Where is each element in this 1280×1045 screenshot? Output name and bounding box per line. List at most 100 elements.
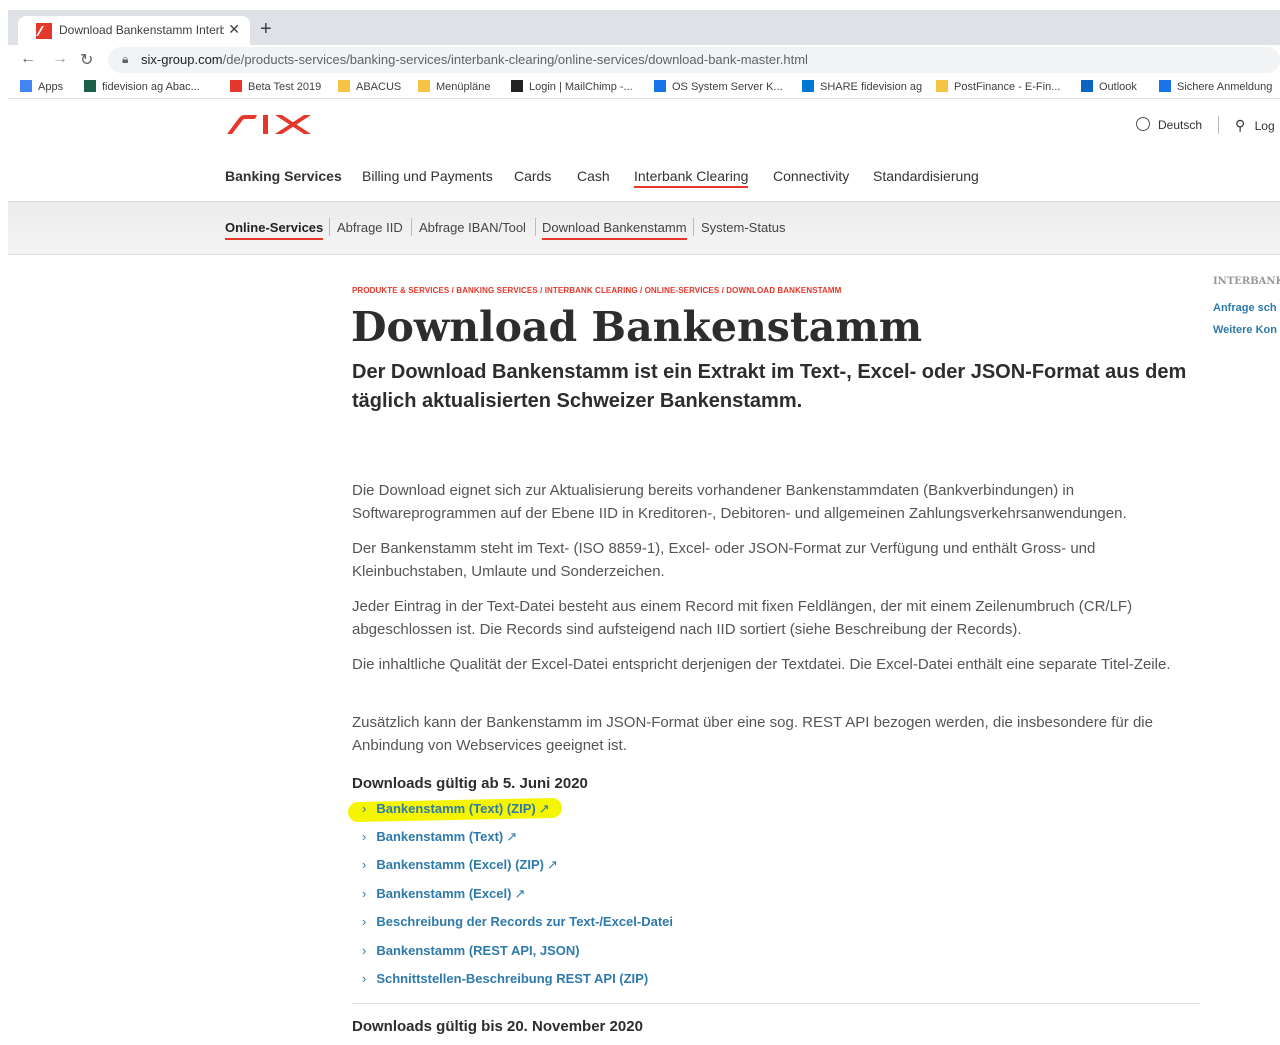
search-icon [654, 80, 666, 92]
bookmark-item[interactable]: OS System Server K... [654, 80, 783, 93]
login-link[interactable]: ⚲ Log [1235, 117, 1275, 134]
chevron-right-icon: › [362, 801, 367, 816]
external-link-icon: ↗ [546, 857, 558, 872]
folder-icon [338, 80, 350, 92]
breadcrumb[interactable]: PRODUKTE & SERVICES / BANKING SERVICES /… [352, 286, 841, 295]
paragraph: Die inhaltliche Qualität der Excel-Datei… [352, 656, 1171, 673]
bookmark-item[interactable]: Menüpläne [418, 80, 490, 93]
bookmark-label: fidevision ag Abac... [102, 81, 200, 93]
download-label: Bankenstamm (Text) (ZIP) [376, 801, 536, 816]
share-icon [802, 80, 814, 92]
bookmark-item[interactable]: Apps [20, 80, 63, 93]
chevron-right-icon: › [362, 914, 367, 929]
nav-billing-payments[interactable]: Billing und Payments [362, 168, 493, 184]
address-bar[interactable]: 🔒︎ six-group.com/de/products-services/ba… [108, 47, 1280, 73]
nav-connectivity[interactable]: Connectivity [773, 168, 849, 184]
subnav-system-status[interactable]: System-Status [701, 220, 786, 235]
subnav-abfrage-iid[interactable]: Abfrage IID [337, 220, 403, 235]
nav-cards[interactable]: Cards [514, 168, 551, 184]
bookmarks-bar: Apps fidevision ag Abac... Beta Test 2019 A… [8, 76, 1280, 99]
browser-tab[interactable]: Download Bankenstamm Interba ✕ [18, 16, 250, 45]
forward-arrow-icon[interactable]: → [52, 50, 68, 68]
downloads-heading-old: Downloads gültig bis 20. November 2020 [352, 1018, 643, 1035]
bookmark-label: Login | MailChimp -... [529, 81, 633, 93]
six-logo-icon [227, 115, 311, 134]
external-link-icon: ↗ [514, 886, 526, 901]
bookmark-label: OS System Server K... [672, 81, 783, 93]
lock-icon: 🔒︎ [122, 52, 129, 66]
nav-cash[interactable]: Cash [577, 168, 610, 184]
paragraph: Jeder Eintrag in der Text-Datei besteht … [352, 598, 1133, 638]
download-link[interactable]: › Bankenstamm (Text) ↗ [362, 829, 517, 845]
download-label: Bankenstamm (Excel) (ZIP) [376, 857, 544, 872]
page-title: Download Bankenstamm [351, 303, 923, 351]
chevron-right-icon: › [362, 943, 367, 958]
bookmark-item[interactable]: Outlook [1081, 80, 1137, 93]
download-link[interactable]: › Bankenstamm (Excel) (ZIP) ↗ [362, 857, 558, 873]
six-logo[interactable] [225, 112, 313, 141]
apps-grid-icon [20, 80, 32, 92]
download-label: Bankenstamm (Text) [376, 829, 504, 844]
bookmark-item[interactable]: Beta Test 2019 [230, 80, 321, 93]
download-link[interactable]: › Bankenstamm (REST API, JSON) [362, 943, 580, 958]
login-label: Log [1254, 119, 1275, 133]
subnav-online-services[interactable]: Online-Services [225, 220, 324, 240]
close-tab-icon[interactable]: ✕ [228, 21, 240, 38]
language-selector[interactable]: Deutsch [1136, 117, 1202, 132]
outlook-icon [1081, 80, 1093, 92]
url-text: six-group.com/de/products-services/banki… [141, 52, 808, 67]
reload-icon[interactable]: ↻ [80, 50, 93, 70]
bookmark-label: Menüpläne [436, 81, 491, 93]
mailchimp-icon [511, 80, 523, 92]
browser-tab-bar: Download Bankenstamm Interba ✕ + [8, 10, 1280, 45]
sidebar-title: INTERBANK [1213, 276, 1280, 287]
download-link[interactable]: › Schnittstellen-Beschreibung REST API (Z… [362, 971, 648, 986]
lead-text: Der Download Bankenstamm ist ein Extrakt… [352, 361, 1187, 412]
external-link-icon: ↗ [506, 829, 518, 844]
download-link[interactable]: › Bankenstamm (Excel) ↗ [362, 886, 525, 902]
nav-banking-services[interactable]: Banking Services [225, 168, 342, 184]
new-tab-button[interactable]: + [260, 18, 272, 41]
bookmark-item[interactable]: fidevision ag Abac... [84, 80, 200, 93]
sidebar-link[interactable]: Anfrage sch [1213, 302, 1277, 314]
download-label: Beschreibung der Records zur Text-/Excel… [376, 914, 674, 929]
bookmark-label: Outlook [1099, 81, 1137, 93]
subnav-divider [329, 218, 330, 236]
downloads-heading: Downloads gültig ab 5. Juni 2020 [352, 775, 588, 792]
bookmark-item[interactable]: ABACUS [338, 80, 401, 93]
nav-interbank-clearing[interactable]: Interbank Clearing [634, 168, 749, 188]
dots-icon [230, 80, 242, 92]
subnav-abfrage-iban[interactable]: Abfrage IBAN/Tool [419, 220, 526, 235]
bookmark-label: PostFinance - E-Fin... [954, 81, 1061, 93]
download-label: Bankenstamm (Excel) [376, 886, 512, 901]
bookmark-item[interactable]: SHARE fidevision ag [802, 80, 922, 93]
secure-login-icon [1159, 80, 1171, 92]
bookmark-label: Apps [38, 81, 64, 93]
bookmark-label: Beta Test 2019 [248, 81, 322, 93]
subnav-divider [693, 218, 694, 236]
subnav-divider [535, 218, 536, 236]
subnav-download-bankenstamm[interactable]: Download Bankenstamm [542, 220, 687, 240]
six-favicon-icon [36, 23, 52, 39]
language-label: Deutsch [1158, 118, 1203, 132]
tab-title: Download Bankenstamm Interba [59, 23, 224, 37]
download-link[interactable]: › Bankenstamm (Text) (ZIP) ↗ [362, 801, 550, 817]
nav-standardisierung[interactable]: Standardisierung [873, 168, 979, 184]
bookmark-label: ABACUS [356, 81, 402, 93]
sidebar-link[interactable]: Weitere Kon [1213, 324, 1277, 336]
download-link[interactable]: › Beschreibung der Records zur Text-/Exce… [362, 914, 673, 929]
bookmark-item[interactable]: Login | MailChimp -... [511, 80, 633, 93]
back-arrow-icon[interactable]: ← [20, 50, 36, 68]
download-label: Schnittstellen-Beschreibung REST API (ZI… [376, 971, 649, 986]
bookmark-item[interactable]: Sichere Anmeldung [1159, 80, 1272, 93]
bookmark-item[interactable]: PostFinance - E-Fin... [936, 80, 1060, 93]
section-divider [352, 1003, 1200, 1004]
paragraph: Zusätzlich kann der Bankenstamm im JSON-… [352, 714, 1153, 754]
header-divider [1218, 116, 1219, 134]
download-label: Bankenstamm (REST API, JSON) [376, 943, 580, 958]
triangle-icon [84, 80, 96, 92]
chevron-right-icon: › [362, 886, 367, 901]
paragraph: Der Bankenstamm steht im Text- (ISO 8859… [352, 540, 1096, 580]
bookmark-label: SHARE fidevision ag [820, 81, 923, 93]
user-icon: ⚲ [1235, 117, 1246, 133]
